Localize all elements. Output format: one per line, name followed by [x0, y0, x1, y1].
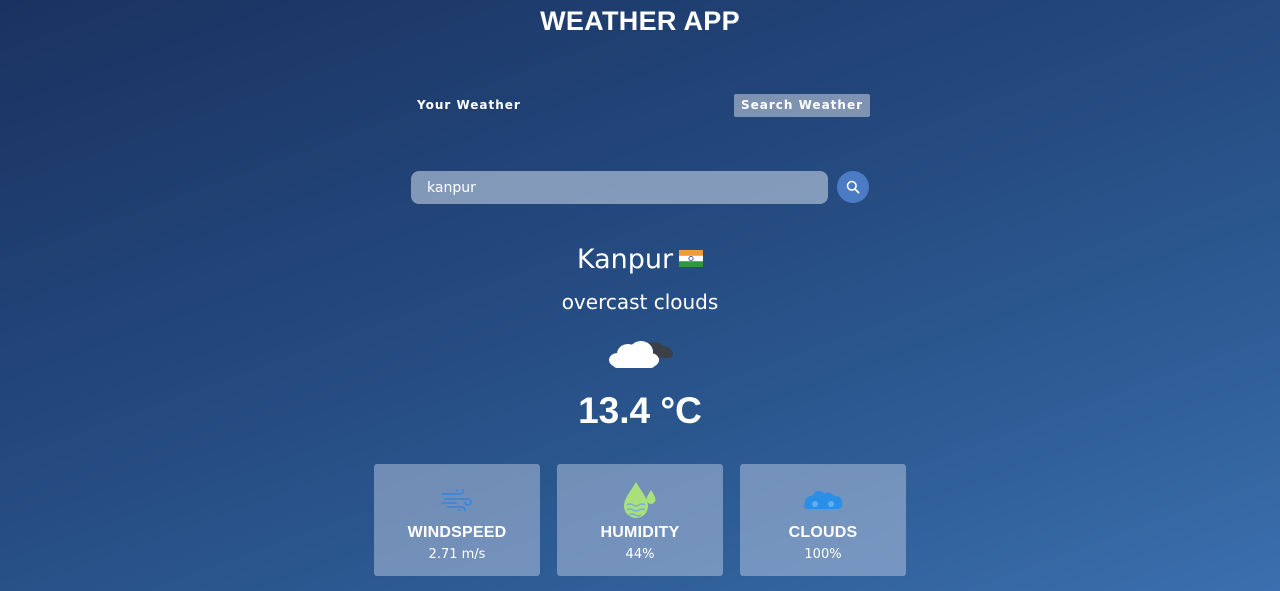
- search-button[interactable]: [837, 171, 869, 203]
- temperature: 13.4 °C: [578, 390, 702, 431]
- city-search-input[interactable]: [411, 171, 828, 204]
- overcast-clouds-icon: [609, 341, 673, 368]
- city-heading: Kanpur: [0, 242, 1280, 278]
- search-icon: [846, 180, 860, 194]
- windspeed-value: 2.71 m/s: [428, 547, 486, 562]
- windspeed-card: WINDSPEED 2.71 m/s: [374, 464, 540, 576]
- humidity-icon: [624, 482, 656, 518]
- clouds-title: CLOUDS: [788, 524, 858, 541]
- humidity-title: HUMIDITY: [600, 524, 680, 541]
- humidity-value: 44%: [625, 547, 655, 562]
- wind-icon: [441, 489, 472, 511]
- tab-search-weather[interactable]: Search Weather: [733, 94, 870, 117]
- tab-your-weather[interactable]: Your Weather: [410, 94, 528, 117]
- clouds-value: 100%: [804, 547, 842, 562]
- clouds-icon: [804, 491, 842, 509]
- clouds-card: CLOUDS 100%: [740, 464, 906, 576]
- india-flag-icon: [679, 250, 704, 267]
- tab-bar: Your Weather Search Weather: [410, 94, 870, 118]
- windspeed-title: WINDSPEED: [407, 524, 507, 541]
- humidity-card: HUMIDITY 44%: [557, 464, 723, 576]
- weather-description: overcast clouds: [561, 290, 719, 314]
- app-title: WEATHER APP: [540, 6, 740, 36]
- city-name: Kanpur: [576, 244, 674, 275]
